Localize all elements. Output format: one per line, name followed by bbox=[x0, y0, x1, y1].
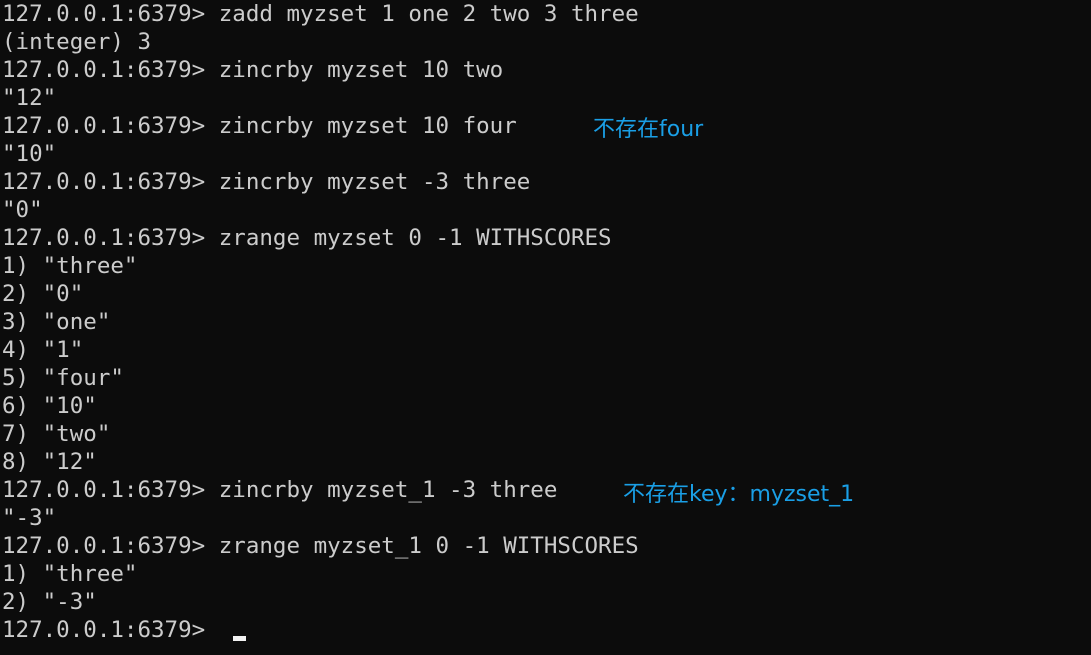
annotation-not-exist-key: 不存在key：myzset_1 bbox=[623, 482, 855, 507]
output-text: 7) "two" bbox=[2, 421, 111, 447]
command-line: 127.0.0.1:6379> zincrby myzset 10 two bbox=[2, 56, 1091, 84]
output-line: 7) "two" bbox=[2, 420, 1091, 448]
output-text: "-3" bbox=[2, 505, 57, 531]
output-line: 5) "four" bbox=[2, 364, 1091, 392]
output-line: "-3" bbox=[2, 504, 1091, 532]
output-line: 4) "1" bbox=[2, 336, 1091, 364]
command-line: 127.0.0.1:6379> zincrby myzset 10 four bbox=[2, 112, 1091, 140]
output-line: (integer) 3 bbox=[2, 28, 1091, 56]
output-text: 5) "four" bbox=[2, 365, 124, 391]
command-line: 127.0.0.1:6379> zrange myzset 0 -1 WITHS… bbox=[2, 224, 1091, 252]
output-line: 3) "one" bbox=[2, 308, 1091, 336]
output-line: 1) "three" bbox=[2, 252, 1091, 280]
prompt: 127.0.0.1:6379> bbox=[2, 169, 206, 195]
output-line: "12" bbox=[2, 84, 1091, 112]
command-line: 127.0.0.1:6379> zincrby myzset -3 three bbox=[2, 168, 1091, 196]
output-text: "10" bbox=[2, 141, 57, 167]
prompt: 127.0.0.1:6379> bbox=[2, 617, 206, 643]
output-line: 2) "-3" bbox=[2, 588, 1091, 616]
text-cursor bbox=[232, 636, 246, 641]
output-text: 1) "three" bbox=[2, 253, 138, 279]
output-line: 6) "10" bbox=[2, 392, 1091, 420]
output-line: 2) "0" bbox=[2, 280, 1091, 308]
output-line: 8) "12" bbox=[2, 448, 1091, 476]
command-line: 127.0.0.1:6379> bbox=[2, 616, 1091, 644]
terminal-window[interactable]: 127.0.0.1:6379> zadd myzset 1 one 2 two … bbox=[0, 0, 1091, 655]
output-line: 1) "three" bbox=[2, 560, 1091, 588]
output-line: "10" bbox=[2, 140, 1091, 168]
output-text: 1) "three" bbox=[2, 561, 138, 587]
command-text: zincrby myzset -3 three bbox=[218, 169, 531, 195]
command-line: 127.0.0.1:6379> zadd myzset 1 one 2 two … bbox=[2, 0, 1091, 28]
command-text: zadd myzset 1 one 2 two 3 three bbox=[218, 1, 639, 27]
command-line: 127.0.0.1:6379> zincrby myzset_1 -3 thre… bbox=[2, 476, 1091, 504]
output-text: 6) "10" bbox=[2, 393, 97, 419]
command-text: zrange myzset 0 -1 WITHSCORES bbox=[218, 225, 612, 251]
prompt: 127.0.0.1:6379> bbox=[2, 57, 206, 83]
prompt: 127.0.0.1:6379> bbox=[2, 113, 206, 139]
prompt: 127.0.0.1:6379> bbox=[2, 1, 206, 27]
prompt: 127.0.0.1:6379> bbox=[2, 477, 206, 503]
output-text: 8) "12" bbox=[2, 449, 97, 475]
output-text: (integer) 3 bbox=[2, 29, 152, 55]
command-text: zrange myzset_1 0 -1 WITHSCORES bbox=[218, 533, 639, 559]
output-text: "12" bbox=[2, 85, 57, 111]
prompt: 127.0.0.1:6379> bbox=[2, 225, 206, 251]
output-text: 3) "one" bbox=[2, 309, 111, 335]
output-text: 4) "1" bbox=[2, 337, 84, 363]
command-text: zincrby myzset 10 four bbox=[218, 113, 517, 139]
command-text: zincrby myzset_1 -3 three bbox=[218, 477, 558, 503]
annotation-not-exist-four: 不存在four bbox=[593, 117, 704, 142]
output-text: 2) "-3" bbox=[2, 589, 97, 615]
command-text: zincrby myzset 10 two bbox=[218, 57, 504, 83]
output-text: "0" bbox=[2, 197, 43, 223]
output-text: 2) "0" bbox=[2, 281, 84, 307]
command-line: 127.0.0.1:6379> zrange myzset_1 0 -1 WIT… bbox=[2, 532, 1091, 560]
prompt: 127.0.0.1:6379> bbox=[2, 533, 206, 559]
output-line: "0" bbox=[2, 196, 1091, 224]
